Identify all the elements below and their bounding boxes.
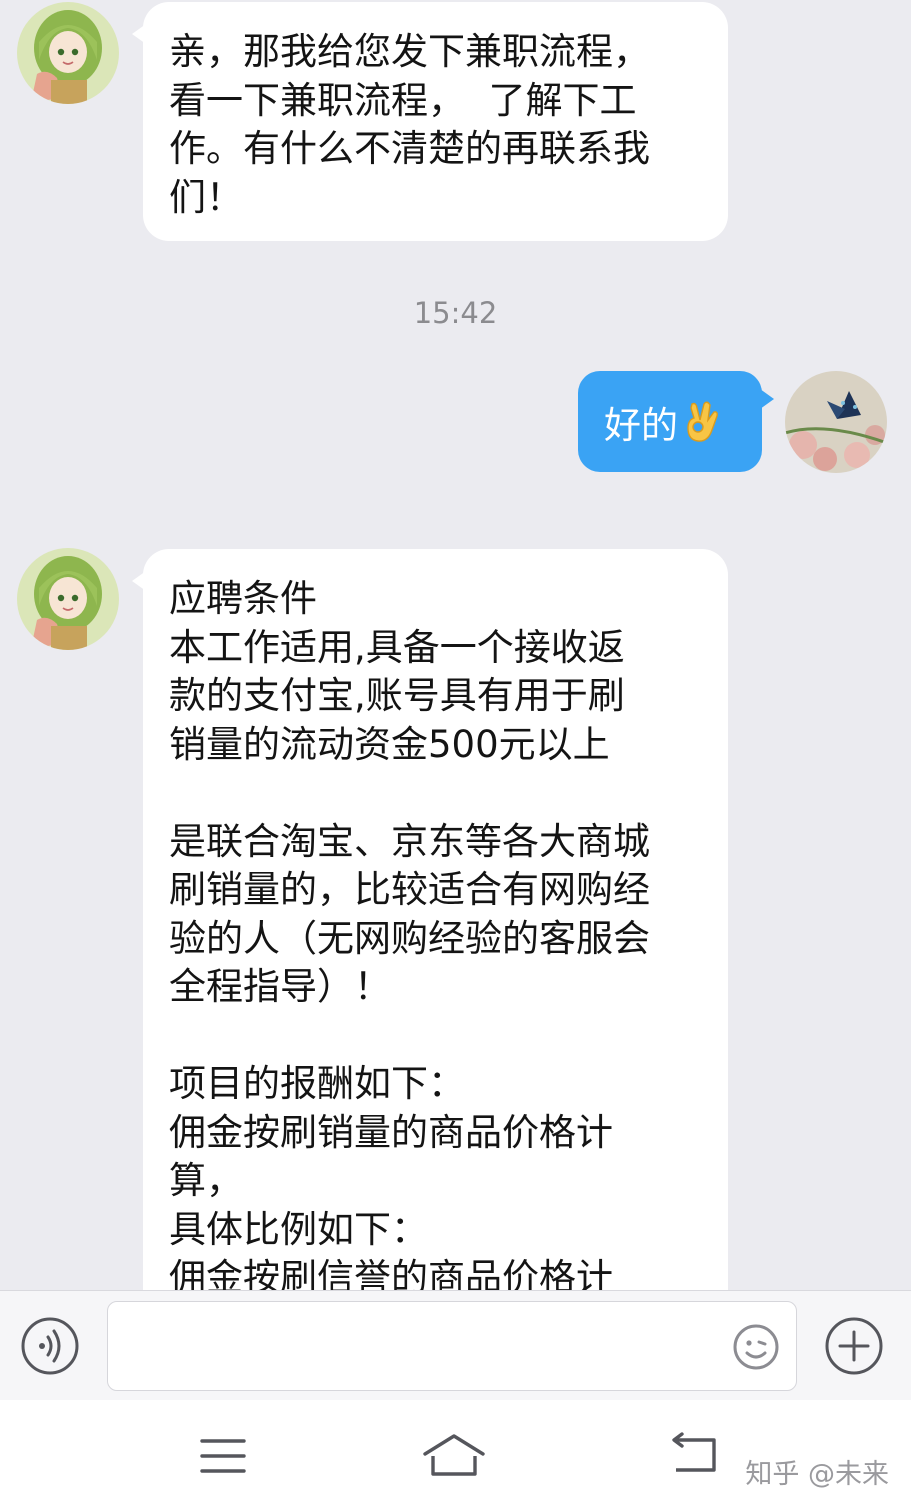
zhihu-watermark: 知乎 @未来 [745, 1459, 889, 1490]
message-input[interactable] [107, 1301, 797, 1391]
emoji-icon[interactable] [732, 1323, 780, 1371]
message-timestamp: 15:42 [413, 296, 498, 330]
message-text: 好的 [604, 403, 678, 447]
message-bubble-incoming[interactable]: 亲，那我给您发下兼职流程， 看一下兼职流程， 了解下工 作。有什么不清楚的再联系… [132, 2, 728, 241]
contact-avatar[interactable] [17, 2, 119, 104]
voice-icon[interactable] [20, 1316, 80, 1376]
ok-hand-icon [684, 400, 720, 444]
home-icon[interactable] [421, 1432, 487, 1480]
input-bar [0, 1290, 911, 1401]
plus-icon[interactable] [824, 1316, 884, 1376]
user-avatar[interactable] [785, 371, 887, 473]
contact-avatar[interactable] [17, 548, 119, 650]
back-icon[interactable] [668, 1432, 720, 1476]
message-bubble-incoming[interactable]: 应聘条件 本工作适用,具备一个接收返 款的支付宝,账号具有用于刷 销量的流动资金… [132, 549, 728, 1290]
message-bubble-outgoing[interactable]: 好的 [578, 371, 774, 472]
chat-area[interactable]: 亲，那我给您发下兼职流程， 看一下兼职流程， 了解下工 作。有什么不清楚的再联系… [0, 0, 911, 1290]
menu-icon[interactable] [200, 1436, 246, 1476]
